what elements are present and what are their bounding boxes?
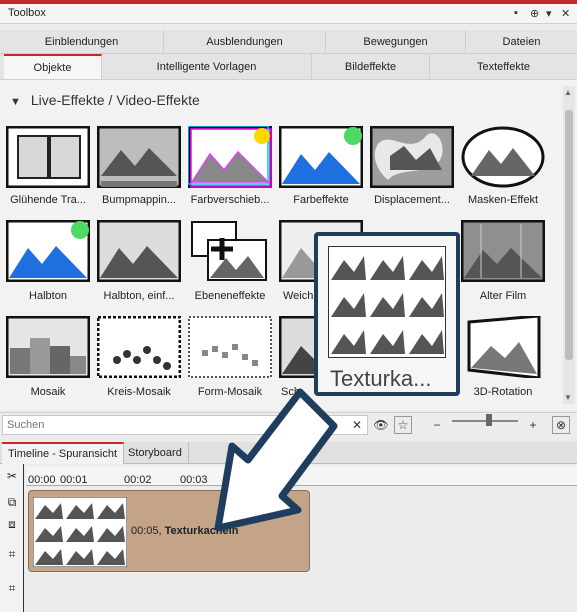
drag-preview-popup: Texturka... [314,232,460,396]
title-bar: Toolbox ▪ ⊕ ▾ ✕ [0,0,577,24]
group-title: Live-Effekte / Video-Effekte [30,92,200,108]
effect-tile-kreis-mosaik[interactable] [97,316,181,378]
ruler-tick-3: 00:03 [180,474,208,486]
effect-label-form-mosaik: Form-Mosaik [197,386,263,398]
effect-label-kreis-mosaik: Kreis-Mosaik [107,386,171,398]
menu-chevron-icon[interactable]: ▾ [546,7,552,20]
coloreffects-icon [279,126,363,188]
effect-label-3d-rotation: 3D-Rotation [473,386,533,398]
effect-label-mosaik: Mosaik [30,386,66,398]
cut-tool-icon[interactable]: ✂ [4,468,20,484]
displacement-icon [370,126,454,188]
effect-tile-halbton-einfach[interactable] [97,220,181,282]
effect-tile-ebeneneffekte[interactable] [188,220,272,282]
group-header[interactable]: ▼ Live-Effekte / Video-Effekte [10,92,200,108]
tab-einblendungen[interactable]: Einblendungen [0,30,164,53]
zoom-in-icon[interactable]: + [524,416,542,434]
zoom-fit-icon[interactable]: ⌗ [4,546,20,562]
eye-icon[interactable]: 👁 [372,416,390,434]
bumpmap-icon [97,126,181,188]
timeline-clip[interactable]: 00:05, Texturkacheln [28,490,310,572]
tabs-row-2: Objekte Intelligente Vorlagen Bildeffekt… [0,54,577,80]
mask-effect-icon [461,126,545,188]
timeline-toolbar: ✂ ⧉ ⧈ ⌗ ⌗ [0,464,24,612]
colorshift-icon [188,126,272,188]
timeline-tabs: Timeline - Spuransicht Storyboard [0,442,577,464]
effect-label-halbton-einfach: Halbton, einf... [103,290,175,302]
clear-search-icon[interactable]: ✕ [348,416,366,434]
effect-tile-halbton[interactable] [6,220,90,282]
layer-effects-icon [191,221,267,281]
effect-tile-mosaik[interactable] [6,316,90,378]
tab-timeline-spuransicht[interactable]: Timeline - Spuransicht [2,442,125,464]
halftone-simple-icon [97,220,181,282]
halftone-icon [6,220,90,282]
effect-label-ebeneneffekte: Ebeneneffekte [194,290,266,302]
effect-label-weich: Weich [283,290,314,302]
float-icon[interactable]: ▪ [514,7,518,19]
zoom-slider-thumb[interactable] [486,414,492,426]
texture-tiles-preview-icon [328,246,446,358]
old-film-icon [461,220,545,282]
zoom-reset-icon[interactable]: ⊗ [552,416,570,434]
tab-objekte[interactable]: Objekte [4,54,102,79]
effect-tile-alter-film[interactable] [461,220,545,282]
close-icon[interactable]: ✕ [561,7,570,20]
rotation-3d-icon [467,316,541,378]
popup-label: Texturka... [330,366,432,391]
tab-storyboard[interactable]: Storyboard [122,442,189,464]
window-title: Toolbox [8,7,46,19]
effect-tile-form-mosaik[interactable] [188,316,272,378]
zoom-out-icon[interactable]: − [428,416,446,434]
scrollbar-thumb[interactable] [565,110,573,360]
effect-tile-gluehende-transparenz[interactable] [6,126,90,188]
effect-tile-masken-effekt[interactable] [461,126,545,188]
effect-tile-displacement[interactable] [370,126,454,188]
tab-ausblendungen[interactable]: Ausblendungen [164,30,326,53]
ruler-tick-1: 00:01 [60,474,88,486]
pin-icon[interactable]: ⊕ [530,7,539,20]
scroll-down-icon[interactable]: ▼ [564,393,572,402]
effect-label-farbverschiebung: Farbverschieb... [190,194,270,206]
search-input[interactable] [2,415,368,435]
tab-bewegungen[interactable]: Bewegungen [326,30,466,53]
effect-label-masken: Masken-Effekt [467,194,539,206]
clip-time: 00:05, [131,525,162,537]
effect-label-gluehende: Glühende Tra... [10,194,86,206]
tab-texteffekte[interactable]: Texteffekte [430,54,577,79]
tab-bildeffekte[interactable]: Bildeffekte [312,54,430,79]
tab-intelligente-vorlagen[interactable]: Intelligente Vorlagen [102,54,312,79]
zoom-slider-track[interactable] [452,420,518,422]
mosaic-icon [6,316,90,378]
clip-name: Texturkacheln [164,525,239,537]
ruler-tick-2: 00:02 [124,474,152,486]
vertical-scrollbar[interactable]: ▲ ▼ [563,86,575,404]
expand-icon[interactable]: ⌗ [4,580,20,596]
collapse-triangle-icon[interactable]: ▼ [10,96,21,108]
circle-mosaic-icon [97,316,181,378]
effect-tile-bumpmapping[interactable] [97,126,181,188]
effect-label-halbton: Halbton [29,290,67,302]
glow-frame-icon [6,126,90,188]
effect-tile-farbverschiebung[interactable] [188,126,272,188]
effect-label-displacement: Displacement... [374,194,450,206]
ruler-tick-0: 00:00 [28,474,56,486]
effect-label-sch: Sch [281,386,300,398]
ungroup-tool-icon[interactable]: ⧈ [4,516,20,532]
tabs-row-1: Einblendungen Ausblendungen Bewegungen D… [0,30,577,54]
tab-dateien[interactable]: Dateien [466,30,577,53]
timeline-ruler[interactable]: 00:00 00:01 00:02 00:03 [26,466,577,486]
star-icon[interactable]: ☆ [394,416,412,434]
scroll-up-icon[interactable]: ▲ [564,88,572,97]
shape-mosaic-icon [188,316,272,378]
texture-tiles-thumbnail [33,497,127,567]
effect-label-bumpmapping: Bumpmappin... [102,194,176,206]
effect-tile-farbeffekte[interactable] [279,126,363,188]
effect-label-alter-film: Alter Film [479,290,527,302]
effect-label-farbeffekte: Farbeffekte [293,194,349,206]
effect-tile-3d-rotation[interactable] [461,316,545,378]
toolbox-window: Toolbox ▪ ⊕ ▾ ✕ Einblendungen Ausblendun… [0,0,577,612]
clip-label: 00:05, Texturkacheln [131,525,238,537]
group-tool-icon[interactable]: ⧉ [4,494,20,510]
